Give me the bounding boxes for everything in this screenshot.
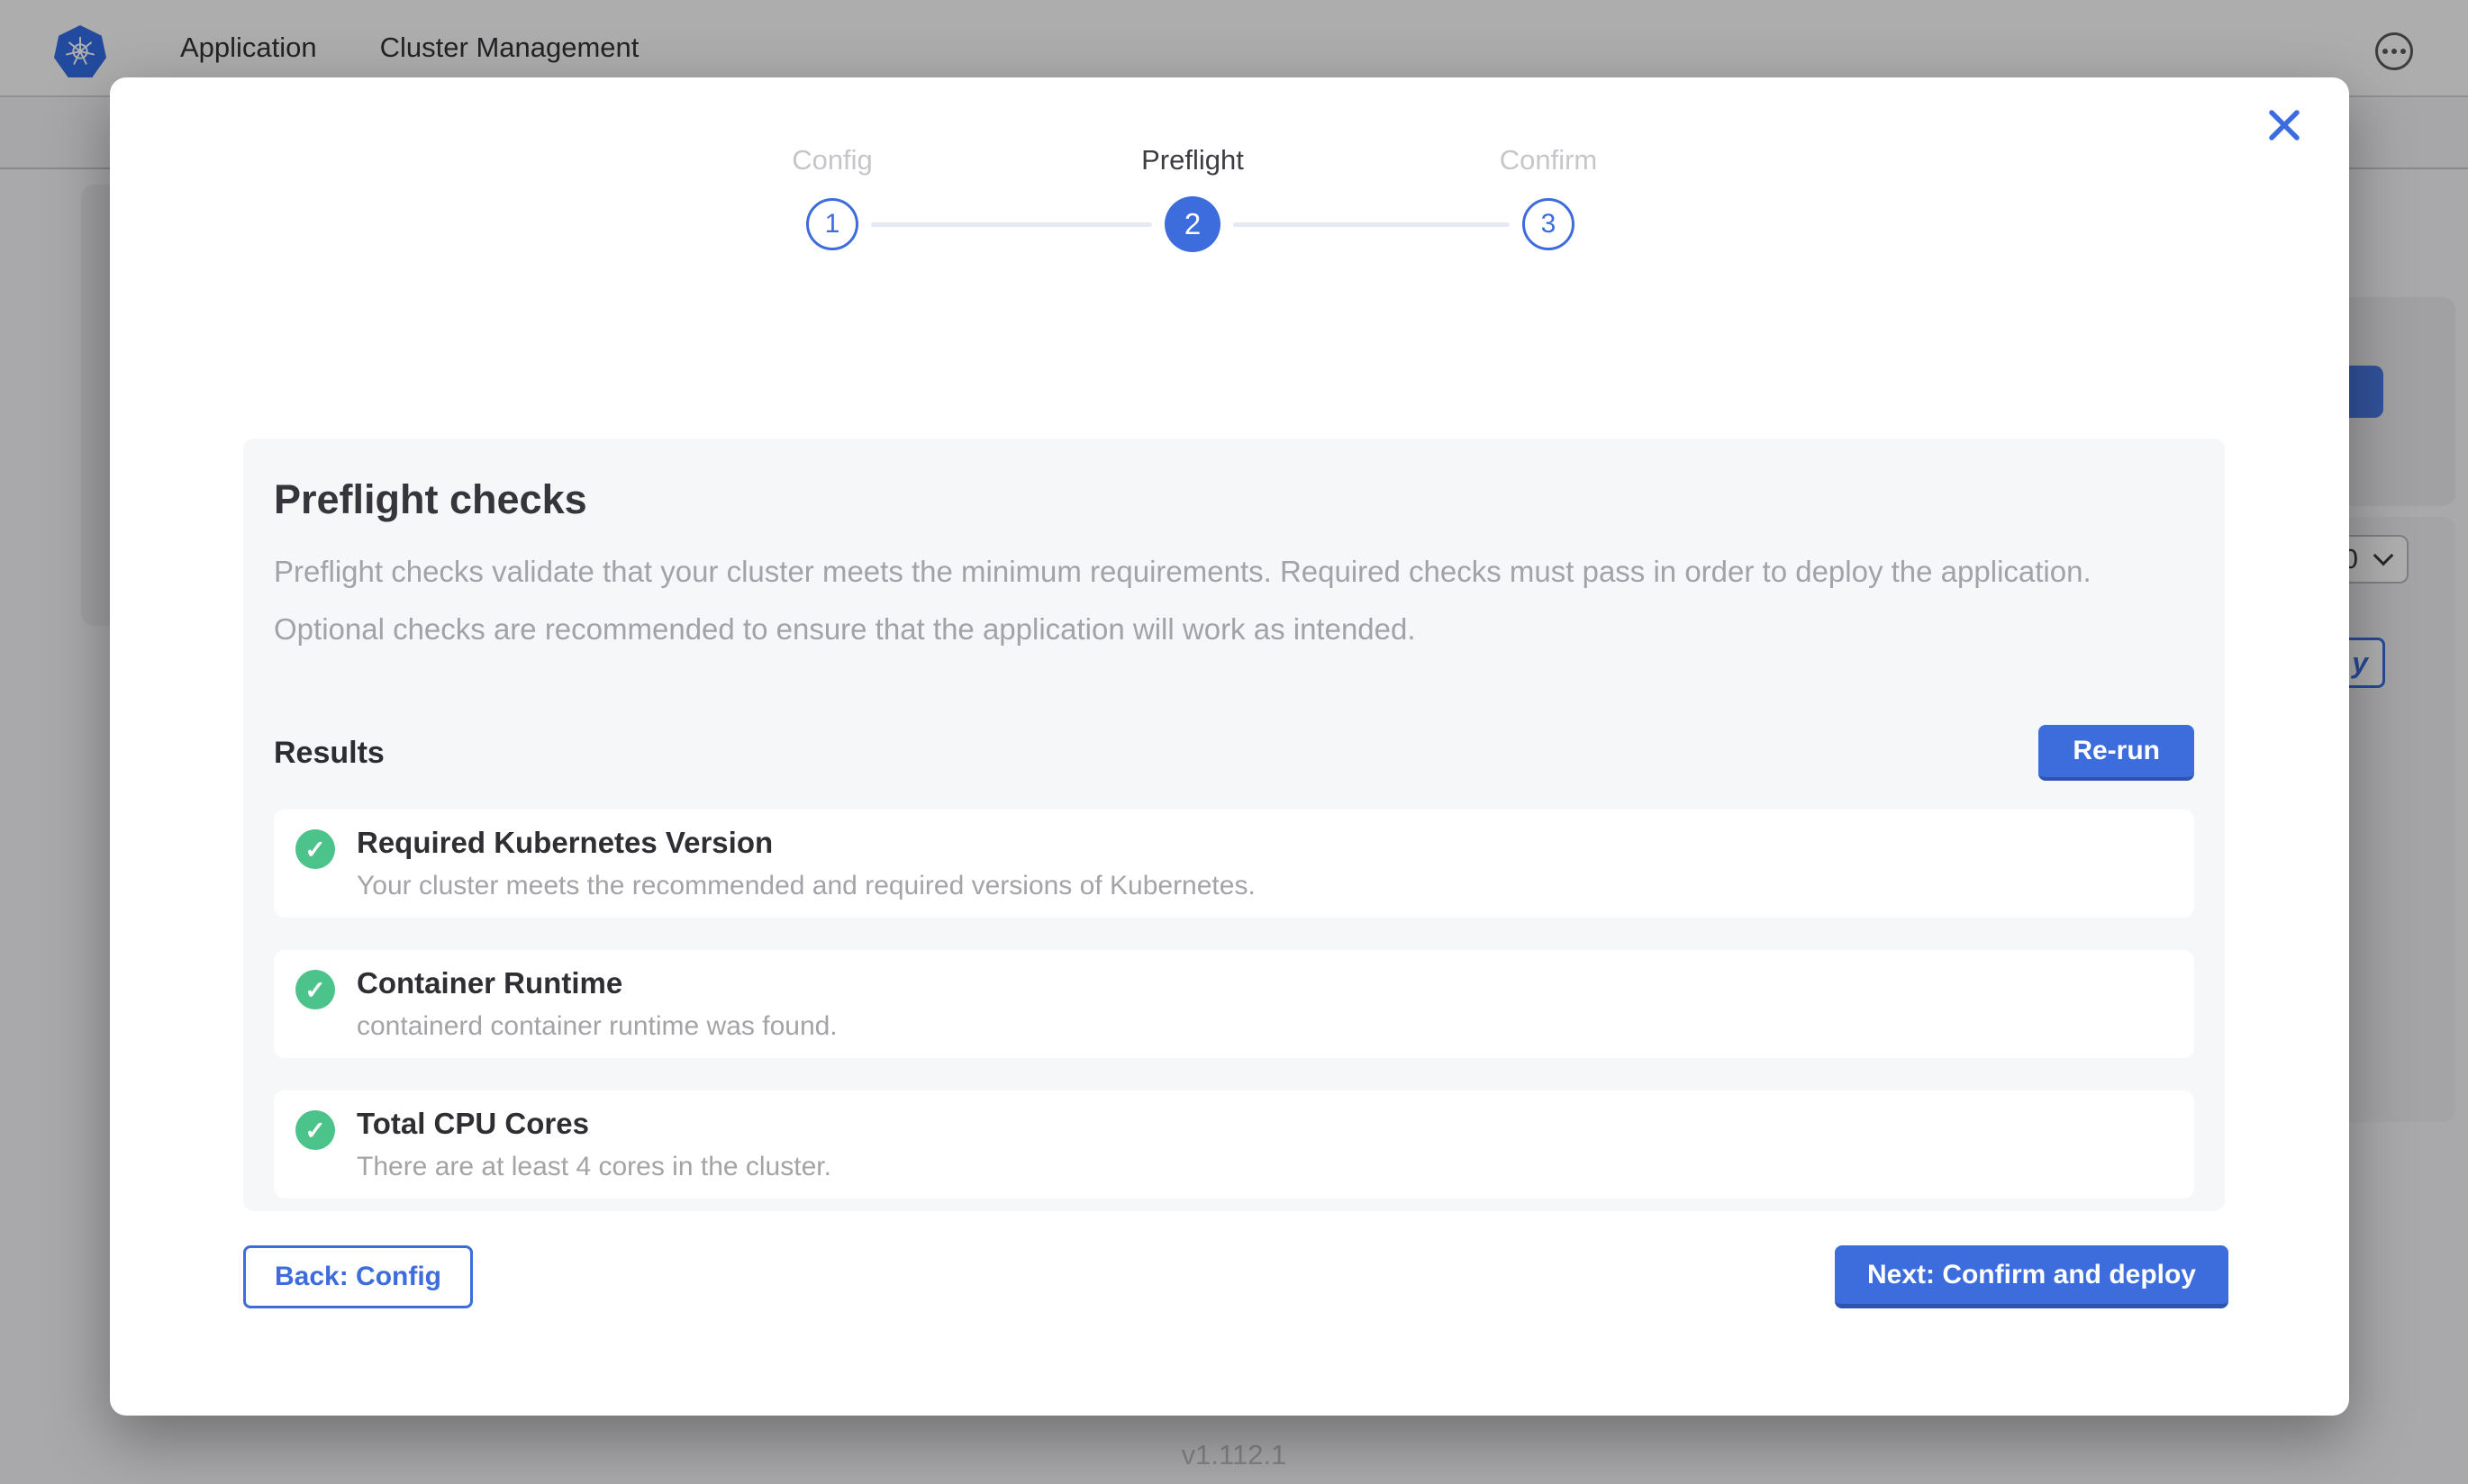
check-pass-icon: ✓ <box>295 970 335 1009</box>
page-title: Preflight checks <box>274 476 2194 523</box>
step-circle[interactable]: 3 <box>1522 198 1574 250</box>
check-title: Required Kubernetes Version <box>357 826 1256 860</box>
check-message: containerd container runtime was found. <box>357 1011 838 1042</box>
modal-footer: Back: Config Next: Confirm and deploy <box>243 1245 2228 1308</box>
check-result-text: Total CPU Cores There are at least 4 cor… <box>357 1105 831 1182</box>
step-circle[interactable]: 2 <box>1165 196 1220 252</box>
stepper-step-preflight[interactable]: Preflight 2 <box>1075 144 1310 252</box>
results-label: Results <box>274 736 385 771</box>
check-results-list: ✓ Required Kubernetes Version Your clust… <box>274 810 2194 1199</box>
step-label: Config <box>715 144 949 180</box>
preflight-modal: Config 1 Preflight 2 Confirm 3 Preflight… <box>110 77 2349 1416</box>
check-result-row: ✓ Container Runtime containerd container… <box>274 950 2194 1058</box>
preflight-panel: Preflight checks Preflight checks valida… <box>243 439 2225 1211</box>
check-result-text: Required Kubernetes Version Your cluster… <box>357 824 1256 901</box>
check-pass-icon: ✓ <box>295 829 335 869</box>
check-result-text: Container Runtime containerd container r… <box>357 964 838 1042</box>
check-result-row: ✓ Required Kubernetes Version Your clust… <box>274 810 2194 918</box>
check-pass-icon: ✓ <box>295 1110 335 1150</box>
back-config-button[interactable]: Back: Config <box>243 1245 473 1308</box>
check-message: There are at least 4 cores in the cluste… <box>357 1152 831 1182</box>
next-confirm-deploy-button[interactable]: Next: Confirm and deploy <box>1835 1245 2228 1308</box>
step-circle[interactable]: 1 <box>806 198 858 250</box>
step-label: Confirm <box>1431 144 1665 180</box>
preflight-description: Preflight checks validate that your clus… <box>274 543 2192 658</box>
close-icon[interactable] <box>2264 105 2304 145</box>
stepper-step-confirm[interactable]: Confirm 3 <box>1431 144 1665 250</box>
rerun-button[interactable]: Re-run <box>2038 725 2194 781</box>
check-title: Container Runtime <box>357 966 838 1000</box>
stepper-connector <box>871 222 1152 227</box>
check-result-row: ✓ Total CPU Cores There are at least 4 c… <box>274 1090 2194 1199</box>
check-title: Total CPU Cores <box>357 1107 831 1141</box>
stepper-step-config[interactable]: Config 1 <box>715 144 949 250</box>
stepper-connector <box>1233 222 1510 227</box>
step-label: Preflight <box>1075 144 1310 180</box>
results-header-row: Results Re-run <box>274 725 2194 781</box>
check-message: Your cluster meets the recommended and r… <box>357 871 1256 901</box>
